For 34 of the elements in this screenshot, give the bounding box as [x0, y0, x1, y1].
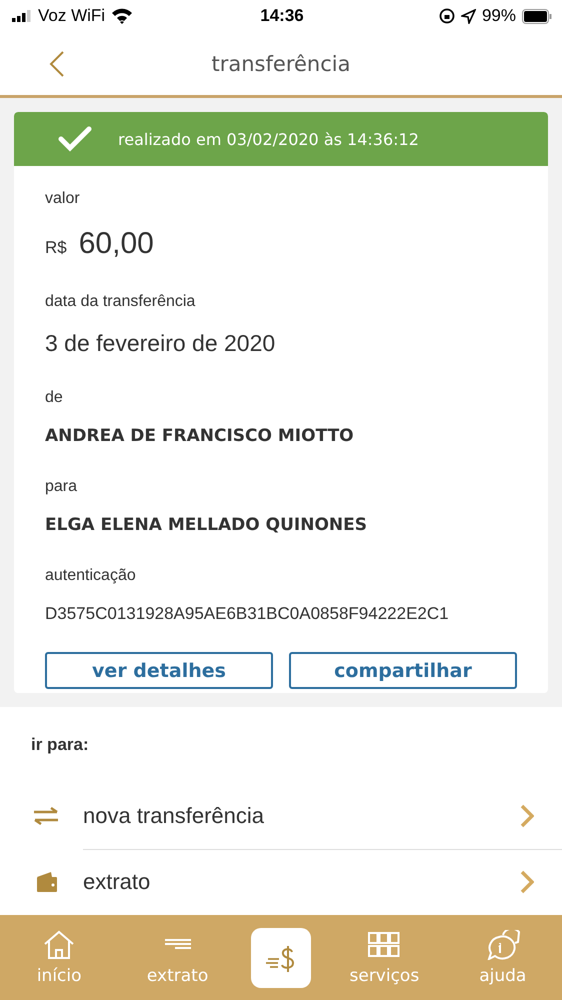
chevron-right-icon	[520, 804, 534, 828]
grid-icon	[368, 930, 400, 960]
location-arrow-icon	[460, 8, 476, 24]
field-label: para	[45, 478, 78, 496]
field-value: ELGA ELENA MELLADO QUINONES	[45, 515, 368, 535]
field-label: valor	[45, 190, 81, 208]
transfer-arrows-icon	[33, 807, 59, 825]
currency-symbol: R$	[45, 238, 67, 258]
checkmark-icon	[58, 126, 92, 152]
chevron-right-icon	[520, 870, 534, 894]
page-title: transferência	[212, 52, 350, 76]
clock-time: 14:36	[260, 6, 304, 26]
menu-item[interactable]: nova transferência	[83, 782, 562, 850]
amount-value: 60,00	[78, 227, 154, 261]
wifi-icon	[111, 8, 134, 24]
field-label: data da transferência	[45, 293, 196, 311]
carrier-name: Voz WiFi	[38, 6, 106, 26]
field-label: autenticação	[45, 567, 137, 585]
chat-info-icon	[484, 930, 521, 960]
transfer-action-button[interactable]	[250, 928, 311, 988]
rotation-lock-icon	[438, 8, 455, 24]
field-value: ANDREA DE FRANCISCO MIOTTO	[45, 426, 355, 446]
outline-button[interactable]: compartilhar	[289, 652, 517, 689]
field-value: 3 de fevereiro de 2020	[45, 330, 276, 357]
section-title: ir para:	[30, 735, 90, 755]
battery-icon	[522, 8, 552, 24]
outline-button[interactable]: ver detalhes	[45, 652, 273, 689]
banner-text: realizado em 03/02/2020 às 14:36:12	[118, 130, 419, 148]
menu-item[interactable]: extrato	[83, 849, 562, 915]
field-value: D3575C0131928A95AE6B31BC0A0858F94222E2C1	[45, 604, 450, 624]
home-icon	[42, 930, 76, 960]
battery-percent: 99%	[482, 6, 516, 26]
field-label: de	[45, 389, 64, 407]
signal-icon	[12, 10, 32, 22]
